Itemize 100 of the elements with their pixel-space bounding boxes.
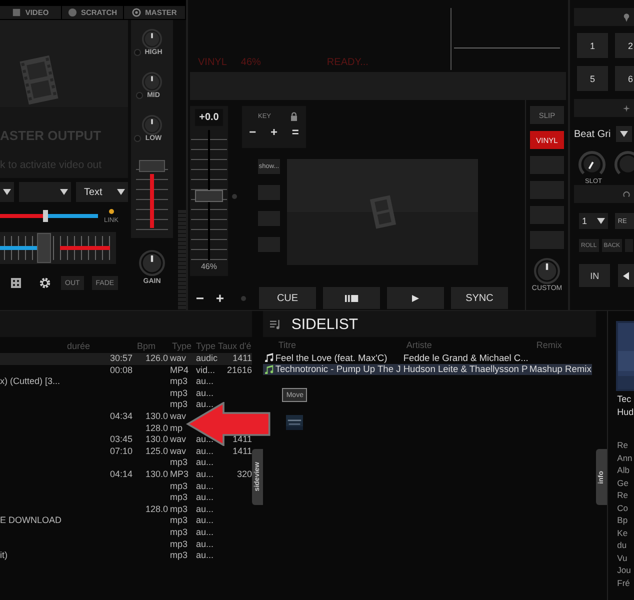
crossfader-handle[interactable] [43,210,48,222]
lock-icon[interactable] [290,112,298,121]
table-cell: 03:45 [110,434,133,444]
caret-icon [3,189,11,195]
info-field-label: Ge [617,476,630,489]
table-cell: mp3 [170,388,188,398]
table-cell: au... [196,457,214,468]
info-field-label: Vu [617,552,628,564]
play-button[interactable] [387,287,444,309]
info-field-label: Jou [617,564,632,576]
table-cell: 128.0 [145,504,168,514]
info-field-label: Ke [617,526,629,539]
kill-indicator[interactable] [134,49,141,56]
table-cell: au... [196,515,214,526]
pitch-button[interactable]: + [212,290,228,306]
pitch-indicator [232,194,237,199]
caret-icon [117,189,125,195]
kill-indicator[interactable] [136,92,144,99]
loop-back-button[interactable] [618,264,634,287]
table-cell: 04:14 [110,468,133,479]
table-cell: vid... [196,364,216,375]
gain-knob[interactable] [139,250,165,276]
track-artist: Hud [617,407,634,417]
table-cell: au... [196,388,214,398]
table-cell: wav [170,410,186,421]
table-cell: 126.0 [145,353,168,363]
track-row[interactable]: Technotronic - Pump Up The J Hudson Leite & Thaellysson P Mashup Remix [263,364,592,376]
loop-size-dropdown[interactable]: 1 [579,213,608,229]
table-cell: Mashup Remix [529,364,592,374]
eq-knob[interactable] [142,29,162,49]
caret-icon [60,189,68,195]
key-button[interactable]: + [270,125,278,139]
crossfader[interactable] [0,210,98,222]
fader-panel[interactable] [0,232,116,264]
transport-button[interactable]: SYNC [451,287,508,309]
table-cell: 320 [236,468,252,479]
pads-header[interactable] [574,8,634,26]
info-field-label: Bp [617,514,629,526]
table-cell: 130.0 [145,434,168,444]
kill-indicator[interactable] [134,135,142,142]
pause-stop-button[interactable] [323,287,380,309]
table-cell: Hudson Leite & Thaellysson P [403,364,528,374]
table-cell: mp3 [170,538,188,548]
table-cell: 07:10 [110,446,133,456]
table-cell: au... [196,538,214,548]
pitch-percent: 46% [200,262,217,271]
table-cell: au... [196,492,214,502]
transport-button[interactable]: CUE [259,287,316,309]
loop-icon [623,190,630,198]
info-field-label: du [617,539,628,552]
table-cell: Fedde le Grand & Michael C... [403,352,528,363]
pitch-handle[interactable] [195,190,223,202]
table-cell: MP4 [170,364,189,375]
effect-dropdown[interactable]: Beat Gri [574,128,614,140]
info-field-label: Alb [617,464,630,476]
table-cell: x) (Cutted) [3... [0,376,60,386]
eq-knob[interactable] [142,72,162,92]
table-cell: 130.0 [145,468,168,479]
dropdown[interactable] [19,182,71,202]
text-dropdown[interactable]: Text [76,182,128,202]
table-cell: 00:08 [110,364,133,375]
hotcue-pad[interactable]: 6 [615,66,634,91]
table-cell: au... [196,526,214,537]
table-cell: mp3 [170,399,188,410]
custom-knob[interactable] [534,258,560,284]
hotcue-pad[interactable]: 1 [577,33,608,58]
left-arrow-icon [623,272,630,280]
table-cell: 1411 [232,434,252,444]
sidelist-title: SIDELIST [291,316,358,332]
key-button[interactable]: = [292,125,299,139]
table-cell: MP3 [170,468,189,479]
table-cell: mp3 [170,480,188,491]
table-cell: E DOWNLOAD [0,515,62,526]
settings-icon[interactable] [39,277,51,289]
key-button[interactable]: − [249,125,256,139]
track-title: Tec [617,394,632,404]
track-row[interactable]: Feel the Love (feat. Max'C) Fedde le Grand & Michael C... [263,352,592,364]
eq-knob[interactable] [142,115,162,135]
info-field-label: Co [617,502,630,514]
table-cell: mp [170,422,183,433]
table-cell: it) [0,550,8,560]
table-cell: mp3 [170,504,188,514]
table-cell: 30:57 [110,353,133,363]
pitch-slider[interactable] [191,130,227,260]
loop-in-button[interactable]: IN [579,264,610,287]
grid-icon[interactable] [11,278,21,288]
dropdown-button[interactable] [616,126,632,142]
table-cell: audic [196,353,218,363]
target-icon [132,8,142,17]
deck-status: 46% [240,57,261,68]
hotcue-pad[interactable]: 2 [615,33,634,58]
fader-handle[interactable] [37,233,52,263]
disc-icon [68,8,77,17]
table-cell: 128.0 [145,422,168,433]
pitch-button[interactable]: − [192,290,208,306]
hotcue-pad[interactable]: 5 [577,66,608,91]
table-cell: 1411 [232,446,252,456]
table-cell: wav [170,353,186,363]
pause-stop-icon [344,294,358,302]
dropdown[interactable] [0,182,14,202]
